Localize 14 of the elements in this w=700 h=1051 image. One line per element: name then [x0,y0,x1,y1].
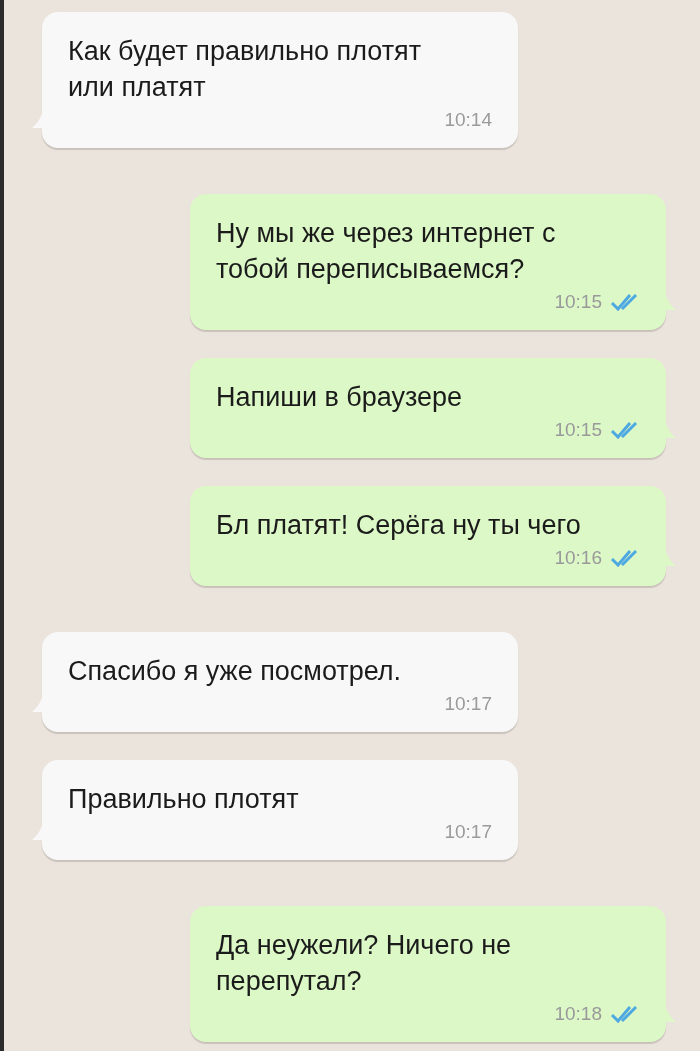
message-time: 10:14 [444,109,492,131]
message-time: 10:15 [554,291,602,313]
message-text: Бл платят! Серёга ну ты чего [216,509,582,542]
message-text: Да неужели? Ничего не перепутал? [216,929,513,998]
message-text: Ну мы же через интернет с тобой переписываемся? [216,217,557,286]
message-text: Правильно плотят [68,783,300,816]
message-text: Спасибо я уже посмотрел. [68,655,403,688]
message-text: Как будет правильно плотят или платят [68,35,423,104]
message-text: Напиши в браузере [216,381,464,414]
message-time: 10:16 [554,547,602,569]
message-time: 10:17 [444,693,492,715]
message-time: 10:17 [444,821,492,843]
message-time: 10:15 [554,419,602,441]
message-time: 10:18 [554,1003,602,1025]
